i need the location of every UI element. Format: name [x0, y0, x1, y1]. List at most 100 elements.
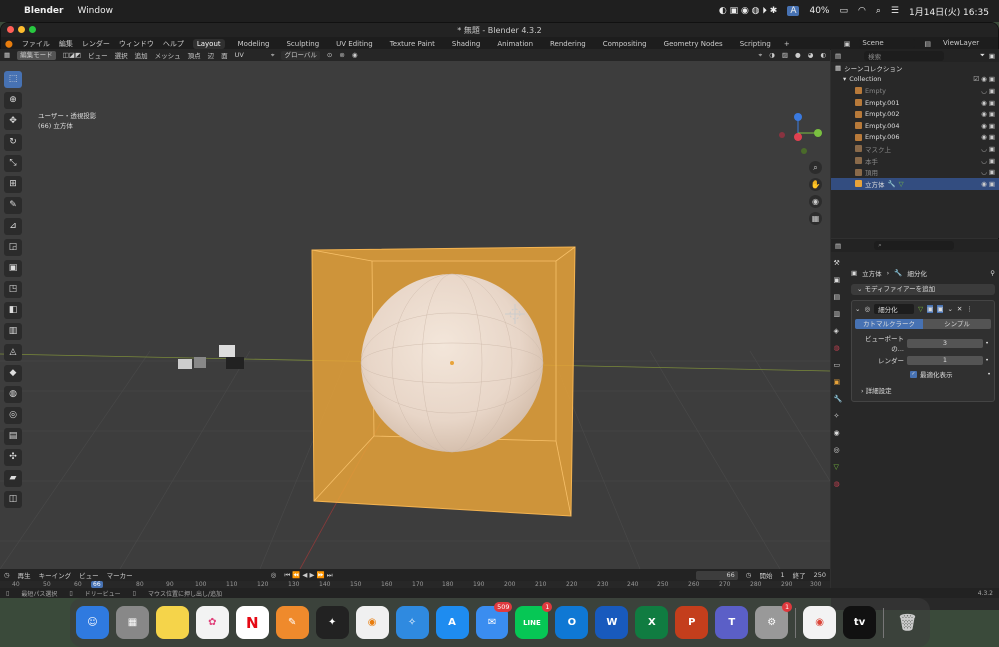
- photos-icon[interactable]: ✿: [195, 606, 229, 639]
- visibility-icons[interactable]: ◉ ▣: [981, 180, 995, 188]
- trash-icon[interactable]: 🗑: [891, 606, 924, 639]
- blender-icon[interactable]: ◉: [355, 606, 389, 639]
- apple-tv-icon[interactable]: tv: [843, 606, 877, 639]
- pin-icon[interactable]: ⚲: [990, 269, 995, 277]
- editor-type-icon[interactable]: ▦: [4, 51, 10, 59]
- list-item[interactable]: Empty ◡ ▣: [831, 85, 999, 97]
- list-item[interactable]: 本手 ◡ ▣: [831, 155, 999, 167]
- inset-icon[interactable]: ◳: [4, 281, 22, 298]
- collection-tab-icon[interactable]: ▭: [834, 361, 844, 371]
- render-tab-icon[interactable]: ▣: [834, 276, 844, 286]
- visibility-icons[interactable]: ◡ ▣: [981, 145, 995, 153]
- props-search[interactable]: ⌕: [874, 241, 955, 250]
- app-menu[interactable]: Blender: [24, 6, 63, 16]
- visibility-icons[interactable]: ◉ ▣: [981, 110, 995, 118]
- teams-icon[interactable]: T: [715, 606, 749, 639]
- finder-icon[interactable]: ☺: [76, 606, 109, 639]
- timeline-editor-icon[interactable]: ◷: [4, 571, 10, 579]
- menu-vertex[interactable]: 頂点: [188, 50, 201, 60]
- show-render-icon[interactable]: ▣: [937, 305, 944, 313]
- list-item[interactable]: Empty.006 ◉ ▣: [831, 132, 999, 144]
- current-frame[interactable]: 66: [695, 570, 738, 580]
- physics-tab-icon[interactable]: ◉: [834, 429, 844, 439]
- move-icon[interactable]: ✥: [4, 113, 22, 130]
- filter-icon[interactable]: ⏷: [980, 51, 985, 60]
- world-tab-icon[interactable]: ◍: [834, 344, 844, 354]
- ortho-icon[interactable]: ▦: [809, 212, 822, 225]
- status-icons[interactable]: ◐ ▣ ◉ ◍ ⏵ ✱: [719, 6, 777, 16]
- view-layer-tab-icon[interactable]: ▥: [834, 310, 844, 320]
- tab-catmull[interactable]: カトマルクラーク: [855, 319, 923, 329]
- visibility-icons[interactable]: ◡ ▣: [981, 168, 995, 176]
- netflix-icon[interactable]: N: [235, 606, 269, 639]
- visibility-icons[interactable]: ◡ ▣: [981, 87, 995, 95]
- constraints-tab-icon[interactable]: ◎: [834, 446, 844, 456]
- start-frame[interactable]: 1: [780, 571, 784, 579]
- visibility-icons[interactable]: ◉ ▣: [981, 122, 995, 130]
- record-icon[interactable]: ◎: [271, 571, 277, 579]
- view-menu[interactable]: ビュー: [79, 570, 99, 580]
- notes-icon[interactable]: [155, 606, 189, 639]
- proportional-icon[interactable]: ◉: [352, 51, 358, 59]
- line-icon[interactable]: LINE 1: [515, 602, 553, 639]
- edit-mode-icon[interactable]: ▽: [918, 305, 923, 313]
- viewport-levels-field[interactable]: 3: [907, 338, 983, 348]
- visibility-icons[interactable]: ☑ ◉ ▣: [973, 75, 995, 83]
- menu-face[interactable]: 面: [221, 50, 228, 60]
- wifi-icon[interactable]: ◠: [858, 6, 866, 16]
- collapse-icon[interactable]: ⌄: [855, 305, 860, 313]
- launchpad-icon[interactable]: ▦: [115, 606, 149, 639]
- show-viewport-icon[interactable]: ▣: [927, 305, 934, 313]
- menu-select[interactable]: 選択: [115, 50, 128, 60]
- outliner-editor-icon[interactable]: ▤: [835, 52, 841, 60]
- pivot-icon[interactable]: ⊙: [327, 51, 332, 59]
- word-icon[interactable]: W: [595, 606, 629, 639]
- pages-icon[interactable]: ✎: [275, 606, 309, 639]
- visibility-icons[interactable]: ◉ ▣: [981, 99, 995, 107]
- select-mode-icon[interactable]: ◫◪◩: [63, 51, 81, 59]
- menu-view[interactable]: ビュー: [88, 50, 108, 60]
- props-editor-icon[interactable]: ▤: [835, 242, 841, 250]
- list-item[interactable]: マスク上 ◡ ▣: [831, 143, 999, 155]
- particles-tab-icon[interactable]: ✧: [834, 412, 844, 422]
- list-item[interactable]: Empty.004 ◉ ▣: [831, 120, 999, 132]
- shrink-icon[interactable]: ✣: [4, 449, 22, 466]
- optimal-checkbox[interactable]: ✓: [910, 370, 917, 378]
- search-icon[interactable]: ⌕: [876, 6, 881, 16]
- 3d-viewport[interactable]: ⬚ ⊕ ✥ ↻ ⤡ ⊞ ✎ ⊿ ◲ ▣ ◳ ◧ ▥ ◬ ◆ ◍ ◎ ▤ ✣ ▰ …: [0, 61, 830, 569]
- spin-icon[interactable]: ◍: [4, 386, 22, 403]
- zoom-icon[interactable]: ⌕: [809, 161, 822, 174]
- input-mode-icon[interactable]: A: [787, 6, 800, 16]
- drag-handle-icon[interactable]: ⋮: [966, 305, 973, 313]
- safari-icon[interactable]: ✧: [395, 606, 429, 639]
- tool-tab-icon[interactable]: ⚒: [834, 259, 844, 269]
- knife-icon[interactable]: ◬: [4, 344, 22, 361]
- clock-icon[interactable]: ◷: [746, 571, 752, 579]
- mail-icon[interactable]: ✉ 509: [475, 602, 513, 639]
- smooth-icon[interactable]: ◎: [4, 407, 22, 424]
- mode-selector[interactable]: 編集モード: [17, 50, 56, 60]
- list-item[interactable]: 頂用 ◡ ▣: [831, 166, 999, 178]
- control-center-icon[interactable]: ☰: [891, 6, 899, 16]
- excel-icon[interactable]: X: [635, 606, 669, 639]
- shading-solid-icon[interactable]: ●: [795, 51, 801, 59]
- tab-simple[interactable]: シンプル: [923, 319, 991, 329]
- playback-controls[interactable]: ⏮ ⏪ ◀ ▶ ⏩ ⏭: [284, 571, 332, 580]
- orient-icon[interactable]: ⌖: [271, 51, 275, 60]
- transform-icon[interactable]: ⊞: [4, 176, 22, 193]
- app-store-icon[interactable]: A: [435, 606, 469, 639]
- shading-render-icon[interactable]: ◐: [820, 51, 826, 59]
- battery-text[interactable]: 40%: [809, 6, 829, 16]
- rip-icon[interactable]: ◫: [4, 491, 22, 508]
- add-cube-icon[interactable]: ◲: [4, 239, 22, 256]
- delete-icon[interactable]: ✕: [957, 305, 962, 313]
- output-tab-icon[interactable]: ▤: [834, 293, 844, 303]
- shear-icon[interactable]: ▰: [4, 470, 22, 487]
- rotate-icon[interactable]: ↻: [4, 134, 22, 151]
- list-item-selected[interactable]: 立方体 🔧 ▽ ◉ ▣: [831, 177, 999, 190]
- visibility-icons[interactable]: ◡ ▣: [981, 157, 995, 165]
- modifier-tab-icon[interactable]: 🔧: [834, 395, 844, 405]
- object-tab-icon[interactable]: ▣: [834, 378, 844, 388]
- edge-slide-icon[interactable]: ▤: [4, 428, 22, 445]
- outliner-root[interactable]: ▦ シーンコレクション: [831, 62, 999, 74]
